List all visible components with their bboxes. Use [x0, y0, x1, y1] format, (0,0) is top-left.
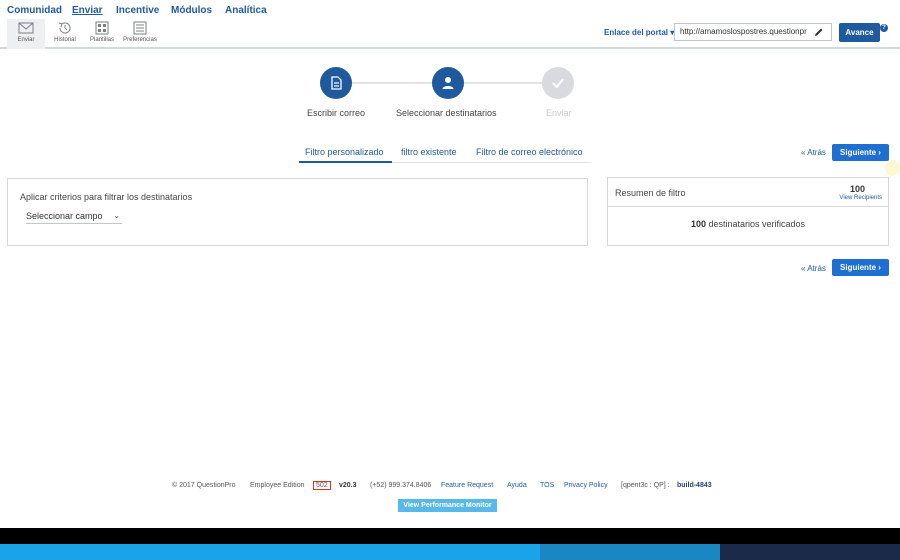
document-icon — [331, 76, 342, 90]
bottom-bar-light — [0, 544, 540, 560]
nav-analitica[interactable]: Analítica — [225, 5, 267, 16]
step-label-write-email: Escribir correo — [307, 108, 366, 118]
footer-help[interactable]: Ayuda — [507, 482, 527, 489]
criteria-title: Aplicar criterios para filtrar los desti… — [20, 192, 193, 202]
summary-header: Resumen de filtro 100 View Recipients — [608, 178, 888, 207]
summary-count: 100 — [849, 184, 865, 194]
history-icon — [58, 22, 71, 34]
footer-privacy[interactable]: Privacy Policy — [564, 482, 608, 489]
filter-summary-panel: Resumen de filtro 100 View Recipients 10… — [607, 177, 889, 246]
portal-link-dropdown[interactable]: Enlace del portal ▾ — [604, 28, 674, 37]
avance-button[interactable]: Avance — [839, 23, 880, 42]
tab-active-indicator — [299, 161, 392, 163]
top-navigation: Comunidad Enviar Incentive Módulos Analí… — [0, 0, 900, 19]
bottom-bar-dark — [720, 544, 900, 560]
bottom-bar — [0, 528, 900, 560]
templates-icon — [95, 21, 109, 35]
field-select[interactable]: Seleccionar campo ⌄ — [26, 211, 122, 224]
footer-edition: Employee Edition — [250, 482, 305, 489]
user-icon — [442, 77, 454, 89]
help-icon[interactable]: ? — [880, 24, 888, 32]
footer: © 2017 QuestionPro Employee Edition 502 … — [0, 481, 900, 494]
envelope-icon — [18, 22, 34, 34]
criteria-panel: Aplicar criterios para filtrar los desti… — [7, 178, 588, 246]
preferences-icon — [133, 21, 147, 35]
field-select-value: Seleccionar campo — [26, 211, 103, 221]
tab-existing-filter[interactable]: filtro existente — [401, 147, 457, 162]
cursor-highlight — [885, 160, 900, 176]
tool-enviar[interactable]: Enviar — [7, 19, 45, 49]
verified-text: destinatarios verificados — [708, 219, 806, 229]
tool-label: Plantillas — [89, 37, 114, 43]
step-select-recipients — [432, 67, 464, 99]
tool-preferencias[interactable]: Preferencias — [122, 19, 158, 49]
step-connector — [352, 82, 432, 84]
footer-feature-request[interactable]: Feature Request — [441, 482, 493, 489]
chevron-down-icon: ⌄ — [113, 211, 120, 220]
tab-custom-filter[interactable]: Filtro personalizado — [305, 147, 384, 162]
portal-url-value: http://amamoslospostres.questionpr — [680, 27, 807, 36]
summary-title: Resumen de filtro — [615, 188, 686, 198]
tool-plantillas[interactable]: Plantillas — [85, 19, 119, 49]
nav-incentive[interactable]: Incentive — [116, 5, 159, 16]
next-button[interactable]: Siguiente › — [832, 144, 889, 161]
footer-instance: [qpent3c : QP] : — [621, 482, 670, 489]
footer-server: 502 — [313, 481, 331, 490]
portal-url-field[interactable]: http://amamoslospostres.questionpr — [674, 23, 832, 41]
tool-label: Preferencias — [123, 37, 157, 43]
view-recipients-link[interactable]: View Recipients — [839, 195, 882, 201]
verified-count: 100 — [690, 219, 706, 229]
tool-label: Historial — [54, 37, 76, 43]
footer-build: build-4843 — [677, 482, 712, 489]
tool-historial[interactable]: Historial — [48, 19, 82, 49]
performance-monitor-button[interactable]: View Performance Monitor — [398, 499, 497, 512]
footer-phone: (+52) 999.374.8406 — [370, 482, 432, 489]
nav-comunidad[interactable]: Comunidad — [7, 5, 62, 16]
next-button-bottom[interactable]: Siguiente › — [832, 259, 889, 276]
tool-label: Enviar — [17, 37, 35, 43]
step-label-send: Enviar — [546, 108, 572, 118]
pencil-icon[interactable] — [813, 26, 825, 38]
footer-version: v20.3 — [339, 482, 357, 489]
tab-email-filter[interactable]: Filtro de correo electrónico — [476, 147, 583, 162]
footer-tos[interactable]: TOS — [540, 482, 554, 489]
verified-recipients: 100 destinatarios verificados — [608, 219, 888, 229]
nav-enviar[interactable]: Enviar — [72, 5, 103, 16]
back-link[interactable]: « Atrás — [801, 148, 826, 157]
back-link-bottom[interactable]: « Atrás — [801, 264, 826, 273]
check-icon — [552, 78, 564, 89]
step-connector — [464, 82, 542, 84]
nav-modulos[interactable]: Módulos — [171, 5, 212, 16]
step-send — [542, 67, 574, 99]
step-label-select-recipients: Seleccionar destinatarios — [396, 108, 497, 118]
step-write-email — [320, 67, 352, 99]
footer-copyright: © 2017 QuestionPro — [172, 482, 236, 489]
bottom-bar-mid — [540, 544, 720, 560]
